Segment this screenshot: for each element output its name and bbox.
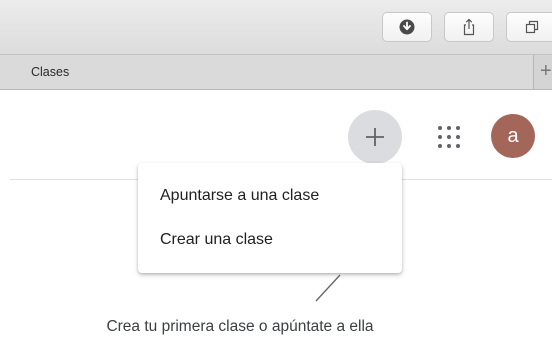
browser-toolbar: [0, 0, 552, 55]
share-button[interactable]: [444, 12, 494, 42]
tab-clases[interactable]: Clases: [0, 55, 534, 89]
new-tab-button[interactable]: +: [540, 61, 552, 81]
tabs-overview-button[interactable]: [506, 12, 552, 42]
empty-state-hint: Crea tu primera clase o apúntate a ella: [106, 318, 374, 335]
download-icon: [399, 19, 415, 35]
page-content: a Apuntarse a una clase Crear una clase …: [0, 90, 552, 341]
add-class-button[interactable]: [348, 110, 402, 164]
tab-bar: Clases +: [0, 55, 552, 90]
plus-icon: +: [540, 60, 552, 82]
plus-icon: [366, 128, 384, 146]
apps-button[interactable]: [435, 123, 463, 151]
share-icon: [463, 18, 475, 36]
tab-title: Clases: [31, 65, 70, 79]
add-class-menu: Apuntarse a una clase Crear una clase: [138, 163, 402, 273]
tabs-overview-icon: [525, 20, 539, 34]
menu-item-create-class[interactable]: Crear una clase: [138, 220, 402, 260]
avatar[interactable]: a: [491, 114, 535, 158]
hint-arrow: [315, 274, 341, 302]
menu-item-join-class[interactable]: Apuntarse a una clase: [138, 176, 402, 216]
download-button[interactable]: [382, 12, 432, 42]
